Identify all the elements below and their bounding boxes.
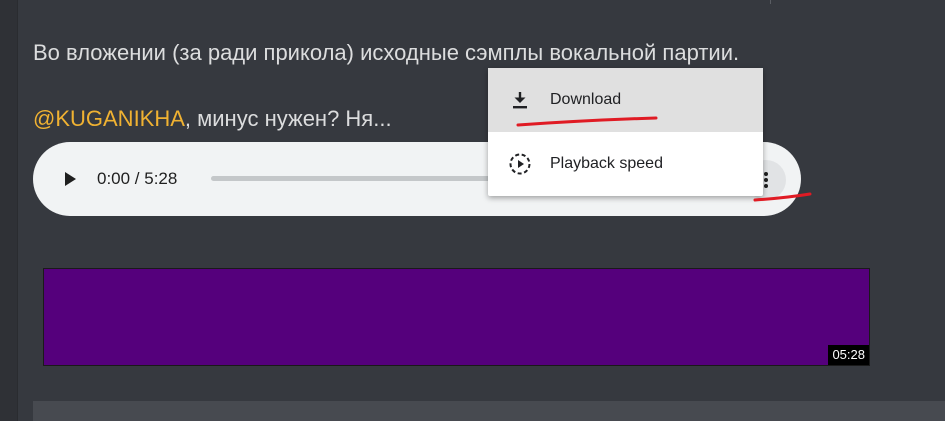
- message-line: Во вложении (за ради прикола) исходные с…: [33, 40, 740, 65]
- menu-item-label: Playback speed: [550, 155, 663, 172]
- message-line: @KUGANIKHA, минус нужен? Ня...: [33, 105, 392, 133]
- left-rail: [0, 0, 18, 421]
- download-icon: [513, 92, 527, 109]
- duration-badge: 05:28: [828, 345, 869, 365]
- context-menu: Download Playback speed: [488, 68, 763, 196]
- video-embed[interactable]: 05:28: [43, 268, 870, 366]
- menu-item-download[interactable]: Download: [488, 68, 763, 132]
- play-icon: [65, 172, 76, 186]
- next-message-block: [33, 401, 945, 421]
- divider: [770, 0, 771, 4]
- play-button[interactable]: [57, 167, 81, 191]
- chat-view: Во вложении (за ради прикола) исходные с…: [0, 0, 945, 421]
- playback-speed-icon: [509, 153, 531, 175]
- time-display: 0:00 / 5:28: [97, 169, 178, 188]
- user-mention[interactable]: @KUGANIKHA: [33, 106, 185, 131]
- menu-item-playback-speed[interactable]: Playback speed: [488, 132, 763, 196]
- message-text: , минус нужен? Ня...: [184, 106, 392, 131]
- menu-item-label: Download: [550, 91, 622, 108]
